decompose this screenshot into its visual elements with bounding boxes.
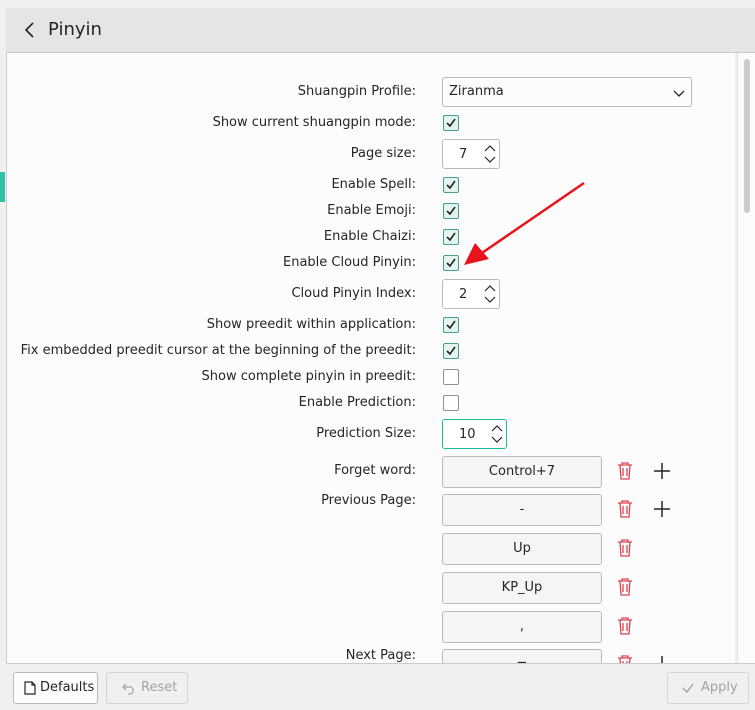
footer-bar: Defaults Reset Apply <box>6 663 755 710</box>
show-shuangpin-mode-checkbox[interactable] <box>443 115 459 131</box>
forget-word-key-button[interactable]: Control+7 <box>442 456 602 488</box>
trash-icon[interactable] <box>616 654 634 663</box>
sidebar-edge <box>0 8 7 709</box>
previous-page-key-button[interactable]: KP_Up <box>442 572 602 604</box>
apply-button[interactable]: Apply <box>667 672 749 704</box>
show-complete-pinyin-checkbox[interactable] <box>443 369 459 385</box>
defaults-label: Defaults <box>40 680 95 695</box>
window-top-strip <box>0 0 755 8</box>
fix-preedit-cursor-label: Fix embedded preedit cursor at the begin… <box>20 343 416 358</box>
trash-icon[interactable] <box>616 616 634 636</box>
checkmark-icon <box>681 681 695 699</box>
fix-preedit-cursor-checkbox[interactable] <box>443 343 459 359</box>
page-header: Pinyin <box>6 8 755 53</box>
enable-prediction-label: Enable Prediction: <box>298 395 416 410</box>
shuangpin-profile-select[interactable]: Ziranma <box>442 77 692 107</box>
show-preedit-checkbox[interactable] <box>443 317 459 333</box>
forget-word-label: Forget word: <box>334 463 416 478</box>
enable-emoji-label: Enable Emoji: <box>327 203 416 218</box>
scrollbar-thumb[interactable] <box>744 59 750 213</box>
cloud-pinyin-index-value: 2 <box>459 287 468 302</box>
annotation-arrow-icon <box>464 181 585 265</box>
document-icon <box>24 681 36 699</box>
show-complete-pinyin-label: Show complete pinyin in preedit: <box>201 369 416 384</box>
vertical-scrollbar[interactable] <box>737 53 755 663</box>
add-icon[interactable] <box>653 655 671 663</box>
shuangpin-profile-value: Ziranma <box>449 84 504 99</box>
checkmark-icon <box>446 346 456 356</box>
reset-label: Reset <box>141 680 178 695</box>
apply-label: Apply <box>701 680 738 695</box>
previous-page-key-button[interactable]: , <box>442 611 602 643</box>
show-preedit-label: Show preedit within application: <box>206 317 416 332</box>
shuangpin-profile-label: Shuangpin Profile: <box>297 84 416 99</box>
spin-arrows-icon[interactable] <box>483 142 497 166</box>
defaults-button[interactable]: Defaults <box>13 672 98 704</box>
chevron-down-icon <box>673 87 685 102</box>
prediction-size-value: 10 <box>459 427 476 442</box>
previous-page-key-button[interactable]: Up <box>442 533 602 565</box>
trash-icon[interactable] <box>616 538 634 558</box>
trash-icon[interactable] <box>616 461 634 481</box>
trash-icon[interactable] <box>616 577 634 597</box>
page-size-label: Page size: <box>350 146 416 161</box>
enable-spell-label: Enable Spell: <box>331 177 416 192</box>
add-icon[interactable] <box>653 500 671 518</box>
next-page-key-button[interactable]: = <box>442 649 602 663</box>
enable-chaizi-label: Enable Chaizi: <box>323 229 416 244</box>
previous-page-label: Previous Page: <box>321 493 416 508</box>
page-size-spinbox[interactable]: 7 <box>442 139 500 169</box>
reset-button[interactable]: Reset <box>106 672 188 704</box>
prediction-size-spinbox[interactable]: 10 <box>442 419 507 449</box>
back-icon[interactable] <box>20 20 40 40</box>
spin-arrows-icon[interactable] <box>483 282 497 306</box>
prediction-size-label: Prediction Size: <box>316 426 416 441</box>
previous-page-key-button[interactable]: - <box>442 494 602 526</box>
sidebar-selection-indicator <box>0 172 5 202</box>
spin-arrows-icon[interactable] <box>490 422 504 446</box>
page-title: Pinyin <box>48 19 102 40</box>
enable-prediction-checkbox[interactable] <box>443 395 459 411</box>
undo-icon <box>122 681 136 699</box>
trash-icon[interactable] <box>616 499 634 519</box>
settings-panel: Shuangpin Profile: Ziranma Show current … <box>7 53 735 663</box>
show-shuangpin-mode-label: Show current shuangpin mode: <box>212 115 416 130</box>
next-page-label: Next Page: <box>345 648 416 663</box>
cloud-pinyin-index-spinbox[interactable]: 2 <box>442 279 500 309</box>
add-icon[interactable] <box>653 462 671 480</box>
enable-cloud-pinyin-label: Enable Cloud Pinyin: <box>282 255 416 270</box>
page-size-value: 7 <box>459 147 468 162</box>
checkmark-icon <box>446 320 456 330</box>
checkmark-icon <box>446 118 456 128</box>
cloud-pinyin-index-label: Cloud Pinyin Index: <box>291 286 416 301</box>
